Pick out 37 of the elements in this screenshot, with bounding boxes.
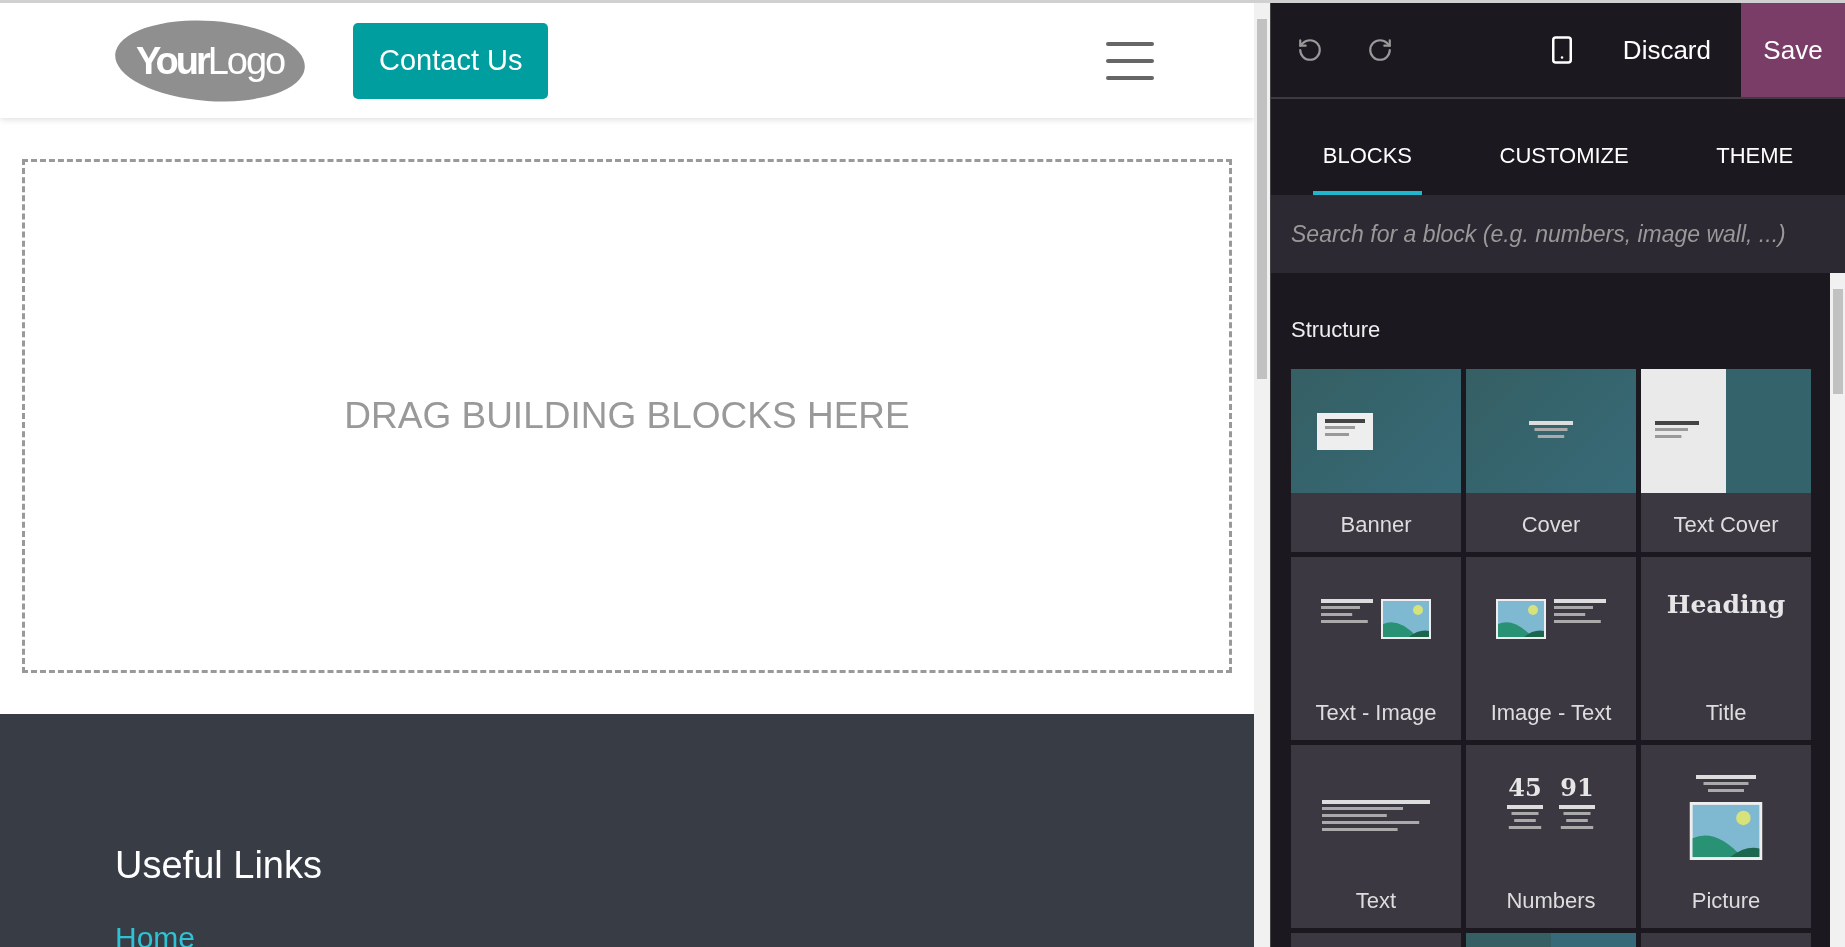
footer-heading: Useful Links <box>115 844 323 887</box>
image-icon <box>1688 801 1764 860</box>
save-button[interactable]: Save <box>1741 3 1845 97</box>
image-icon <box>1381 599 1431 639</box>
image-icon <box>1496 599 1546 639</box>
block-card[interactable]: Cover <box>1466 369 1636 552</box>
scrollbar[interactable] <box>1254 3 1270 947</box>
section-title: Structure <box>1291 317 1382 343</box>
number-sample: 45 <box>1508 773 1542 802</box>
heading-sample: Heading <box>1666 589 1786 619</box>
drop-zone-hint: DRAG BUILDING BLOCKS HERE <box>344 395 910 437</box>
block-card[interactable]: Image - Text <box>1466 557 1636 740</box>
block-label: Text - Image <box>1315 700 1437 726</box>
discard-button[interactable]: Discard <box>1616 33 1717 67</box>
number-sample: 91 <box>1560 773 1594 802</box>
block-label: Title <box>1705 700 1747 726</box>
scrollbar[interactable] <box>1830 273 1845 947</box>
menu-icon[interactable] <box>1106 41 1154 80</box>
block-label: Numbers <box>1506 888 1596 914</box>
block-card[interactable]: 45 91 Numbers <box>1466 745 1636 928</box>
block-card[interactable]: Text Cover <box>1641 369 1811 552</box>
block-label: Image - Text <box>1490 700 1612 726</box>
tab[interactable]: CUSTOMIZE <box>1489 143 1639 195</box>
block-card[interactable]: Banner <box>1291 369 1461 552</box>
block-label: Picture <box>1691 888 1761 914</box>
undo-icon[interactable] <box>1297 37 1323 63</box>
block-label: Banner <box>1340 512 1412 538</box>
block-label: Text Cover <box>1673 512 1779 538</box>
tab[interactable]: THEME <box>1706 143 1804 195</box>
block-label: Cover <box>1521 512 1581 538</box>
block-label: Text <box>1355 888 1397 914</box>
block-card[interactable]: Picture <box>1641 745 1811 928</box>
search-field[interactable]: Search for a block (e.g. numbers, image wall, ...) <box>1271 195 1845 273</box>
block-card[interactable]: Heading Title <box>1641 557 1811 740</box>
redo-icon[interactable] <box>1367 37 1393 63</box>
block-card[interactable]: Text <box>1291 745 1461 928</box>
block-card[interactable]: Text - Image <box>1291 557 1461 740</box>
